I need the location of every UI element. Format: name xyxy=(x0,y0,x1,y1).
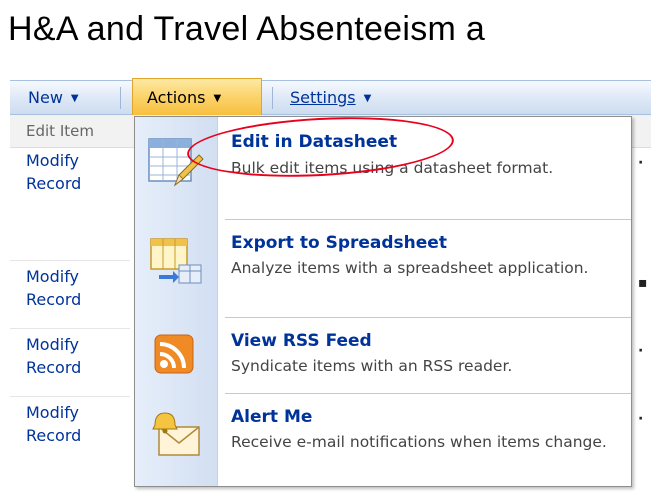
link-line: Modify xyxy=(26,403,80,422)
link-line: Record xyxy=(26,174,82,193)
chevron-down-icon: ▼ xyxy=(70,93,79,104)
menu-item-title: Alert Me xyxy=(231,407,313,427)
menu-item-description: Bulk edit items using a datasheet format… xyxy=(231,159,554,177)
modify-record-link[interactable]: Modify Record xyxy=(26,149,126,195)
menu-item-alert-me[interactable]: Alert Me Receive e-mail notifications wh… xyxy=(135,395,631,485)
menu-separator xyxy=(225,317,631,318)
row-divider xyxy=(10,328,130,329)
menu-item-title: Edit in Datasheet xyxy=(231,132,398,152)
new-label: New xyxy=(28,88,63,107)
chevron-down-icon: ▼ xyxy=(363,93,372,104)
actions-dropdown-menu: Edit in Datasheet Bulk edit items using … xyxy=(134,116,632,487)
truncated-cell: · xyxy=(638,343,644,359)
column-header-edit-item: Edit Item xyxy=(26,122,94,140)
row-divider xyxy=(10,396,130,397)
menu-item-title: View RSS Feed xyxy=(231,331,372,351)
toolbar-divider xyxy=(120,87,121,109)
toolbar-divider xyxy=(272,87,273,109)
link-line: Modify xyxy=(26,151,80,170)
link-line: Modify xyxy=(26,335,80,354)
actions-label: Actions xyxy=(147,88,206,107)
menu-separator xyxy=(225,219,631,220)
truncated-cell: ▪ xyxy=(638,275,648,291)
menu-item-description: Receive e-mail notifications when items … xyxy=(231,433,607,451)
modify-record-link[interactable]: Modify Record xyxy=(26,333,126,379)
settings-label: Settings xyxy=(290,88,356,107)
modify-record-link[interactable]: Modify Record xyxy=(26,401,126,447)
chevron-down-icon: ▼ xyxy=(213,93,222,104)
link-line: Modify xyxy=(26,267,80,286)
link-line: Record xyxy=(26,426,82,445)
menu-separator xyxy=(225,393,631,394)
menu-item-description: Analyze items with a spreadsheet applica… xyxy=(231,259,589,277)
spreadsheet-export-icon xyxy=(145,235,207,291)
menu-item-export-to-spreadsheet[interactable]: Export to Spreadsheet Analyze items with… xyxy=(135,221,631,315)
list-toolbar: New ▼ Actions ▼ Settings ▼ xyxy=(10,78,651,115)
menu-item-edit-in-datasheet[interactable]: Edit in Datasheet Bulk edit items using … xyxy=(135,117,631,217)
rss-feed-icon xyxy=(145,329,207,385)
datasheet-edit-icon xyxy=(145,135,207,191)
new-menu-button[interactable]: New ▼ xyxy=(28,81,79,114)
truncated-cell: · xyxy=(638,155,644,171)
menu-item-description: Syndicate items with an RSS reader. xyxy=(231,357,513,375)
actions-menu-button[interactable]: Actions ▼ xyxy=(132,78,262,115)
link-line: Record xyxy=(26,290,82,309)
menu-item-title: Export to Spreadsheet xyxy=(231,233,447,253)
settings-menu-button[interactable]: Settings ▼ xyxy=(290,81,371,114)
page-title: H&A and Travel Absenteeism a xyxy=(8,10,486,48)
menu-item-view-rss-feed[interactable]: View RSS Feed Syndicate items with an RS… xyxy=(135,319,631,393)
row-divider xyxy=(10,260,130,261)
alert-bell-icon xyxy=(145,407,207,463)
modify-record-link[interactable]: Modify Record xyxy=(26,265,126,311)
truncated-cell: · xyxy=(638,411,644,427)
link-line: Record xyxy=(26,358,82,377)
